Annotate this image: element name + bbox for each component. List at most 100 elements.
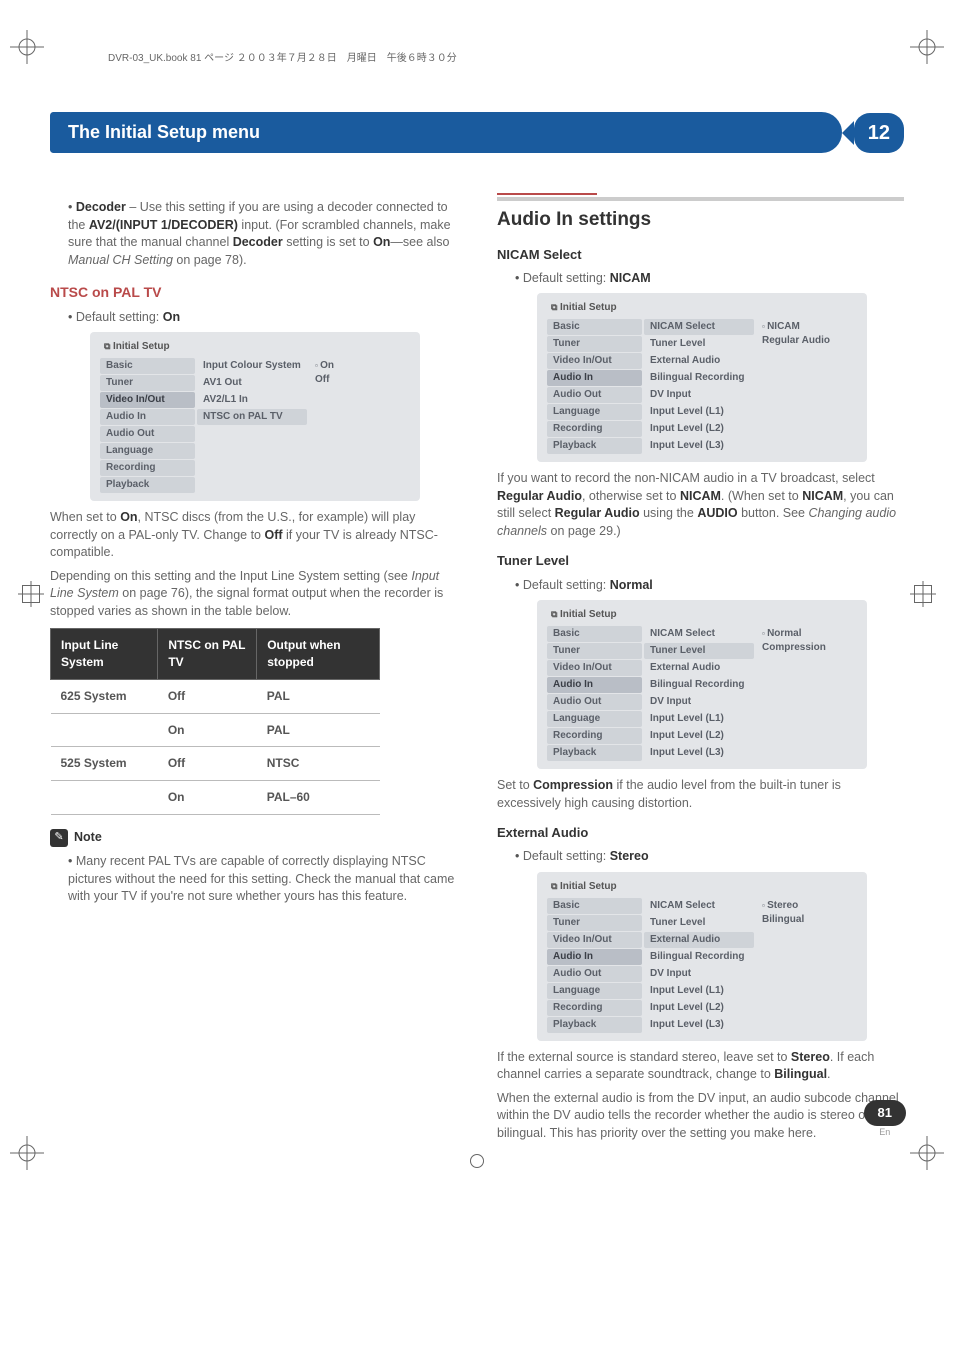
- note-text: Many recent PAL TVs are capable of corre…: [68, 853, 457, 906]
- ext-paragraph-1: If the external source is standard stere…: [497, 1049, 904, 1084]
- menu-option: Stereo: [762, 899, 851, 913]
- tuner-default: Default setting: Normal: [515, 577, 904, 595]
- menu-option: Normal: [762, 627, 851, 641]
- menu-item: Language: [547, 711, 642, 727]
- menu-option: Compression: [762, 641, 851, 655]
- table-cell: On: [158, 713, 257, 747]
- menu-item: DV Input: [644, 387, 754, 403]
- table-cell: PAL: [257, 713, 380, 747]
- menu-screenshot-2: ⧉ Initial Setup BasicTunerVideo In/OutAu…: [537, 293, 867, 462]
- menu-item: Bilingual Recording: [644, 677, 754, 693]
- menu-item: Input Level (L2): [644, 728, 754, 744]
- menu-item: Tuner: [547, 915, 642, 931]
- table-cell: NTSC: [257, 747, 380, 781]
- menu-item: Basic: [547, 898, 642, 914]
- table-cell: Off: [158, 747, 257, 781]
- menu-mid-list: NICAM SelectTuner LevelExternal AudioBil…: [644, 898, 754, 1033]
- menu-option: Off: [315, 373, 404, 387]
- menu-item: Input Level (L3): [644, 1017, 754, 1033]
- page-number-box: 81 En: [864, 1100, 906, 1139]
- table-row: OnPAL–60: [51, 781, 380, 815]
- menu-item: Input Level (L2): [644, 1000, 754, 1016]
- menu-item: Video In/Out: [547, 353, 642, 369]
- note-label: Note: [74, 829, 102, 847]
- nicam-paragraph: If you want to record the non-NICAM audi…: [497, 470, 904, 540]
- menu-item: Audio In: [547, 370, 642, 386]
- table-body: 625 SystemOffPALOnPAL525 SystemOffNTSCOn…: [51, 679, 380, 814]
- menu-item: Recording: [100, 460, 195, 476]
- note-icon: ✎: [50, 829, 68, 847]
- menu-item: Playback: [547, 1017, 642, 1033]
- menu-item: NTSC on PAL TV: [197, 409, 307, 425]
- menu-item: Audio In: [547, 677, 642, 693]
- audio-in-heading: Audio In settings: [497, 197, 904, 234]
- menu-item: Input Level (L1): [644, 983, 754, 999]
- table-row: OnPAL: [51, 713, 380, 747]
- menu-item: Basic: [100, 358, 195, 374]
- printer-mark-icon: [10, 30, 44, 64]
- default-setting-on: Default setting: On: [68, 309, 457, 327]
- menu-item: Audio In: [100, 409, 195, 425]
- menu-item: Tuner Level: [644, 336, 754, 352]
- menu-item: Input Level (L3): [644, 745, 754, 761]
- menu-item: Audio Out: [547, 387, 642, 403]
- right-column: Audio In settings NICAM Select Default s…: [497, 193, 904, 1148]
- menu-option: Regular Audio: [762, 334, 851, 348]
- menu-left-list: BasicTunerVideo In/OutAudio InAudio OutL…: [547, 626, 642, 761]
- menu-item: Video In/Out: [547, 660, 642, 676]
- menu-item: Video In/Out: [547, 932, 642, 948]
- ntsc-paragraph-2: Depending on this setting and the Input …: [50, 568, 457, 621]
- nicam-default: Default setting: NICAM: [515, 270, 904, 288]
- menu-item: Input Level (L1): [644, 404, 754, 420]
- menu-item: Language: [547, 983, 642, 999]
- chapter-bar: The Initial Setup menu 12: [50, 112, 904, 153]
- menu-item: Tuner: [547, 336, 642, 352]
- menu-item: DV Input: [644, 966, 754, 982]
- th-output: Output when stopped: [257, 629, 380, 680]
- menu-screenshot-3: ⧉ Initial Setup BasicTunerVideo In/OutAu…: [537, 600, 867, 769]
- menu-item: Recording: [547, 1000, 642, 1016]
- menu-item: External Audio: [644, 660, 754, 676]
- printer-mark-icon: [910, 1136, 944, 1170]
- menu-item: Tuner: [100, 375, 195, 391]
- th-ntsc-pal: NTSC on PAL TV: [158, 629, 257, 680]
- menu-left-list: BasicTunerVideo In/OutAudio InAudio OutL…: [547, 319, 642, 454]
- table-cell: [51, 781, 158, 815]
- menu-item: Recording: [547, 728, 642, 744]
- page-language: En: [864, 1126, 906, 1139]
- menu-item: NICAM Select: [644, 898, 754, 914]
- menu-item: DV Input: [644, 694, 754, 710]
- menu-item: Input Level (L2): [644, 421, 754, 437]
- table-row: 625 SystemOffPAL: [51, 679, 380, 713]
- table-cell: PAL–60: [257, 781, 380, 815]
- menu-option: Bilingual: [762, 913, 851, 927]
- menu-right-list: StereoBilingual: [756, 898, 857, 1033]
- menu-mid-list: NICAM SelectTuner LevelExternal AudioBil…: [644, 626, 754, 761]
- menu-item: AV2/L1 In: [197, 392, 307, 408]
- chapter-title: The Initial Setup menu: [50, 112, 842, 153]
- menu-item: External Audio: [644, 932, 754, 948]
- menu-title: ⧉ Initial Setup: [537, 878, 867, 898]
- table-row: 525 SystemOffNTSC: [51, 747, 380, 781]
- menu-item: Basic: [547, 626, 642, 642]
- menu-item: Recording: [547, 421, 642, 437]
- menu-item: External Audio: [644, 353, 754, 369]
- menu-option: On: [315, 359, 404, 373]
- menu-mid-list: Input Colour SystemAV1 OutAV2/L1 InNTSC …: [197, 358, 307, 493]
- table-cell: Off: [158, 679, 257, 713]
- menu-item: Audio In: [547, 949, 642, 965]
- menu-item: Audio Out: [547, 694, 642, 710]
- left-column: Decoder – Use this setting if you are us…: [50, 193, 457, 1148]
- menu-item: NICAM Select: [644, 626, 754, 642]
- menu-item: Bilingual Recording: [644, 370, 754, 386]
- menu-mid-list: NICAM SelectTuner LevelExternal AudioBil…: [644, 319, 754, 454]
- menu-screenshot-4: ⧉ Initial Setup BasicTunerVideo In/OutAu…: [537, 872, 867, 1041]
- menu-item: AV1 Out: [197, 375, 307, 391]
- ntsc-paragraph-1: When set to On, NTSC discs (from the U.S…: [50, 509, 457, 562]
- ntsc-heading: NTSC on PAL TV: [50, 283, 457, 303]
- th-input-line: Input Line System: [51, 629, 158, 680]
- note-heading: ✎ Note: [50, 829, 457, 847]
- registration-mark-icon: [22, 585, 40, 603]
- tuner-heading: Tuner Level: [497, 552, 904, 570]
- table-cell: 525 System: [51, 747, 158, 781]
